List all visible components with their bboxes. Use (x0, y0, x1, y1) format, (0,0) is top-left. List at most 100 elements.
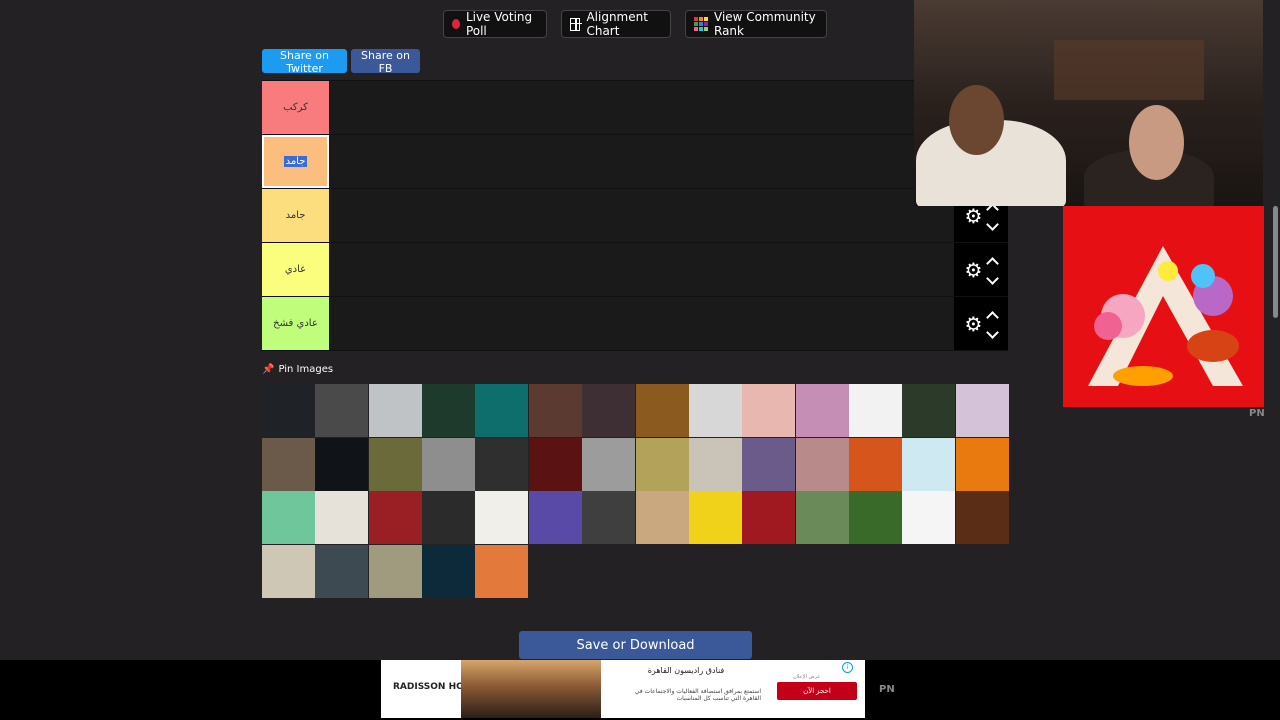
save-download-button[interactable]: Save or Download (519, 631, 752, 659)
pool-image-thumb[interactable] (848, 437, 902, 491)
pool-image-thumb[interactable] (955, 384, 1009, 437)
pool-image-thumb[interactable] (262, 544, 315, 598)
record-dot-icon (452, 19, 460, 29)
live-voting-poll-button[interactable]: Live Voting Poll (443, 10, 547, 38)
scrollbar[interactable] (1271, 206, 1280, 660)
view-community-rank-button[interactable]: View Community Rank (685, 10, 827, 38)
pool-image-thumb[interactable] (795, 384, 849, 437)
pool-image-thumb[interactable] (368, 384, 422, 437)
album-cover (1063, 206, 1264, 407)
grid-icon (570, 17, 583, 31)
alignment-chart-button[interactable]: Alignment Chart (561, 10, 671, 38)
pool-image-thumb[interactable] (902, 491, 956, 544)
chevron-down-icon[interactable] (986, 218, 1000, 231)
image-pool (262, 384, 1009, 598)
pool-image-thumb[interactable] (475, 491, 529, 544)
chevron-down-icon[interactable] (986, 326, 1000, 339)
tier-row: عادي ⚙ (262, 243, 1008, 297)
webcam-person-right-face (1129, 105, 1184, 180)
pool-image-thumb[interactable] (795, 491, 849, 544)
tier-label[interactable]: عادي فشخ (262, 297, 329, 350)
pool-image-thumb[interactable] (315, 384, 369, 437)
pin-icon: 📌 (262, 364, 275, 375)
live-voting-poll-label: Live Voting Poll (465, 10, 533, 38)
share-facebook-button[interactable]: Share on FB (351, 49, 420, 75)
pool-image-thumb[interactable] (848, 491, 902, 544)
pool-image-thumb[interactable] (955, 437, 1009, 491)
tier-row: عادي فشخ ⚙ (262, 297, 1008, 351)
tier-row: كركب (262, 81, 1008, 135)
album-pn-label: PN (1249, 408, 1265, 419)
tier-label[interactable]: جامد (262, 189, 329, 242)
pool-image-thumb[interactable] (422, 491, 476, 544)
color-grid-icon (694, 17, 708, 31)
alignment-chart-label: Alignment Chart (586, 10, 648, 38)
webcam-overlay (914, 0, 1263, 206)
pool-image-thumb[interactable] (688, 384, 742, 437)
pool-image-thumb[interactable] (422, 384, 476, 437)
pool-image-thumb[interactable] (315, 437, 369, 491)
tier-label[interactable]: عادي (262, 243, 329, 296)
tier-label-editing[interactable]: جامد (262, 135, 329, 188)
pool-image-thumb[interactable] (368, 437, 422, 491)
pin-images-label: Pin Images (278, 364, 334, 375)
pool-image-thumb[interactable] (688, 437, 742, 491)
tier-drop-zone[interactable] (329, 81, 1008, 134)
pool-image-thumb[interactable] (475, 544, 529, 598)
pool-image-thumb[interactable] (528, 437, 582, 491)
webcam-background-wall (1054, 40, 1204, 100)
gear-icon[interactable]: ⚙ (965, 260, 983, 280)
pn-label: PN (879, 684, 895, 695)
pool-image-thumb[interactable] (315, 544, 369, 598)
pool-image-thumb[interactable] (582, 384, 636, 437)
tier-drop-zone[interactable] (329, 135, 1008, 188)
ad-banner[interactable]: RADISSON HOTELS فنادق راديسون القاهرة اس… (381, 660, 865, 718)
pool-image-thumb[interactable] (902, 384, 956, 437)
pool-image-thumb[interactable] (902, 437, 956, 491)
pool-image-thumb[interactable] (262, 437, 315, 491)
pool-image-thumb[interactable] (528, 491, 582, 544)
album-art-graphic (1088, 246, 1243, 386)
pool-image-thumb[interactable] (368, 491, 422, 544)
tier-controls: ⚙ (954, 297, 1008, 350)
pool-image-thumb[interactable] (582, 491, 636, 544)
pool-image-thumb[interactable] (315, 491, 369, 544)
tier-label[interactable]: كركب (262, 81, 329, 134)
pool-image-thumb[interactable] (955, 491, 1009, 544)
pool-image-thumb[interactable] (635, 384, 689, 437)
pool-image-thumb[interactable] (368, 544, 422, 598)
ad-photo (461, 660, 601, 718)
pool-image-thumb[interactable] (848, 384, 902, 437)
pool-image-thumb[interactable] (262, 384, 315, 437)
pool-image-thumb[interactable] (582, 437, 636, 491)
pool-image-thumb[interactable] (422, 544, 476, 598)
tier-drop-zone[interactable] (329, 189, 954, 242)
pool-image-thumb[interactable] (742, 491, 796, 544)
pin-images-toggle[interactable]: 📌 Pin Images (262, 364, 333, 375)
scrollbar-thumb[interactable] (1273, 206, 1278, 318)
ad-cta-button[interactable]: احجز الآن (777, 682, 857, 700)
pool-image-thumb[interactable] (475, 437, 529, 491)
pool-image-thumb[interactable] (475, 384, 529, 437)
share-twitter-button[interactable]: Share on Twitter (262, 49, 347, 75)
pool-image-thumb[interactable] (688, 491, 742, 544)
gear-icon[interactable]: ⚙ (965, 314, 983, 334)
pool-image-thumb[interactable] (742, 384, 796, 437)
pool-image-thumb[interactable] (635, 491, 689, 544)
view-community-rank-label: View Community Rank (714, 10, 816, 38)
tier-row: جامد (262, 135, 1008, 189)
pool-image-thumb[interactable] (742, 437, 796, 491)
chevron-up-icon[interactable] (986, 311, 1000, 324)
pool-image-thumb[interactable] (422, 437, 476, 491)
chevron-down-icon[interactable] (986, 272, 1000, 285)
tier-drop-zone[interactable] (329, 243, 954, 296)
pool-image-thumb[interactable] (635, 437, 689, 491)
pool-image-thumb[interactable] (795, 437, 849, 491)
ad-info-icon[interactable]: i (842, 662, 853, 673)
pool-image-thumb[interactable] (528, 384, 582, 437)
chevron-up-icon[interactable] (986, 257, 1000, 270)
tier-drop-zone[interactable] (329, 297, 954, 350)
tier-list: كركب جامد جامد ⚙ عادي ⚙ عادي فشخ ⚙ (262, 80, 1008, 351)
gear-icon[interactable]: ⚙ (965, 206, 983, 226)
pool-image-thumb[interactable] (262, 491, 315, 544)
